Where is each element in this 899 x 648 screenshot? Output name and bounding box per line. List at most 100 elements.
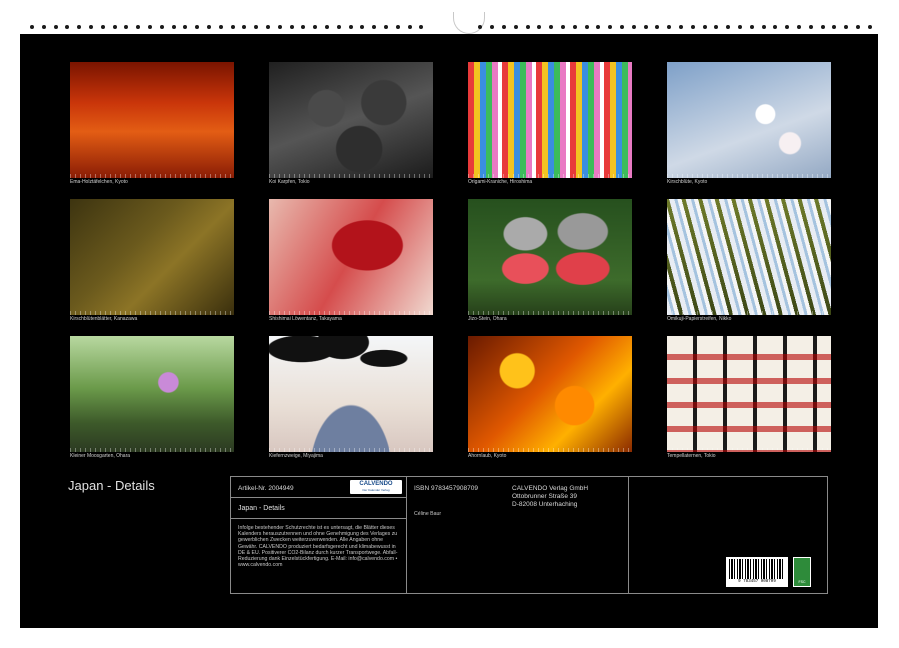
- binding-hole: [172, 25, 176, 29]
- binding-hole: [691, 25, 695, 29]
- binding-hole: [502, 25, 506, 29]
- binding-hole: [349, 25, 353, 29]
- binding-hole: [832, 25, 836, 29]
- photo-caption: Ema-Holztäfelchen, Kyoto: [70, 179, 128, 185]
- binding-hole: [195, 25, 199, 29]
- photo-jizo: [468, 199, 632, 315]
- binding-hole: [714, 25, 718, 29]
- binding-hole: [113, 25, 117, 29]
- barcode-number: 9 783457 908709: [729, 579, 785, 585]
- binding-hole: [219, 25, 223, 29]
- barcode-bars: [729, 559, 785, 579]
- binding-hole: [65, 25, 69, 29]
- binding-hole: [89, 25, 93, 29]
- calendar-strip: [269, 311, 433, 315]
- calendar-strip: [70, 311, 234, 315]
- calendar-strip: [269, 448, 433, 452]
- photo-moss: [70, 336, 234, 452]
- binding-hole: [42, 25, 46, 29]
- photo-omikuji: [667, 199, 831, 315]
- divider: [628, 477, 629, 593]
- binding-hole: [419, 25, 423, 29]
- photo-caption: Kirschblütenblätter, Kanazawa: [70, 316, 137, 322]
- photo-caption: Jizo-Stein, Ohara: [468, 316, 507, 322]
- calendar-strip: [468, 174, 632, 178]
- publisher-street: Ottobrunner Straße 39: [512, 493, 577, 501]
- calendar-strip: [667, 311, 831, 315]
- binding-hole: [478, 25, 482, 29]
- binding-hole: [325, 25, 329, 29]
- divider: [231, 518, 406, 519]
- binding-hole: [821, 25, 825, 29]
- binding-hole: [396, 25, 400, 29]
- calendar-strip: [468, 448, 632, 452]
- binding-hole: [183, 25, 187, 29]
- binding-hole: [301, 25, 305, 29]
- binding-hole: [254, 25, 258, 29]
- binding-hole: [101, 25, 105, 29]
- binding-hole: [573, 25, 577, 29]
- photo-cranes: [468, 62, 632, 178]
- binding-hole: [750, 25, 754, 29]
- calendar-strip: [269, 174, 433, 178]
- binding-hole: [655, 25, 659, 29]
- isbn: ISBN 9783457908709: [414, 485, 478, 493]
- binding-hole: [526, 25, 530, 29]
- binding-hole: [337, 25, 341, 29]
- calendar-strip: [70, 174, 234, 178]
- photo-caption: Tempellaternen, Tokio: [667, 453, 716, 459]
- calendar-strip: [667, 448, 831, 452]
- photo-lantern: [667, 336, 831, 452]
- photo-caption: Kiefernzweige, Miyajima: [269, 453, 323, 459]
- calendar-strip: [70, 448, 234, 452]
- binding-hole: [408, 25, 412, 29]
- calvendo-logo: CALVENDO Der Kalender Verlag: [350, 480, 402, 494]
- binding-hole: [549, 25, 553, 29]
- pine-branch: [269, 336, 433, 400]
- article-number: Artikel-Nr. 2004949: [238, 485, 294, 493]
- calendar-strip: [468, 311, 632, 315]
- binding-hole: [160, 25, 164, 29]
- binding-hole: [608, 25, 612, 29]
- photo-caption: Ahornlaub, Kyoto: [468, 453, 506, 459]
- binding-hole: [30, 25, 34, 29]
- logo-subtext: Der Kalender Verlag: [350, 488, 402, 492]
- binding-hole: [644, 25, 648, 29]
- photo-blossom: [667, 62, 831, 178]
- legal-notice: Infolge bestehender Schutzrechte ist es …: [238, 525, 402, 568]
- binding-hole: [561, 25, 565, 29]
- binding-hole: [490, 25, 494, 29]
- binding-hole: [384, 25, 388, 29]
- binding-hole: [313, 25, 317, 29]
- binding-hole: [809, 25, 813, 29]
- product-info-box: Artikel-Nr. 2004949 CALVENDO Der Kalende…: [230, 476, 828, 594]
- binding-hole: [679, 25, 683, 29]
- binding-hole: [620, 25, 624, 29]
- binding-hole: [856, 25, 860, 29]
- product-title: Japan - Details: [238, 505, 285, 513]
- binding-hole: [207, 25, 211, 29]
- photo-caption: Origami-Kraniche, Hiroshima: [468, 179, 532, 185]
- binding-hole: [596, 25, 600, 29]
- binding-hole: [290, 25, 294, 29]
- binding-hole: [136, 25, 140, 29]
- binding-hole: [514, 25, 518, 29]
- eco-label-icon: FSC: [793, 557, 811, 587]
- eco-label-text: FSC: [794, 580, 810, 584]
- binding-hole: [773, 25, 777, 29]
- binding-hole: [703, 25, 707, 29]
- barcode: 9 783457 908709: [726, 557, 788, 587]
- photo-maple: [468, 336, 632, 452]
- calendar-strip: [667, 174, 831, 178]
- photo-caption: Kirschblüte, Kyoto: [667, 179, 707, 185]
- binding-hole: [844, 25, 848, 29]
- publisher-name: CALVENDO Verlag GmbH: [512, 485, 588, 493]
- photo-stone: [70, 199, 234, 315]
- binding-hole: [372, 25, 376, 29]
- binding-hole: [632, 25, 636, 29]
- hanger-notch: [453, 12, 485, 34]
- divider: [406, 477, 407, 593]
- logo-text: CALVENDO: [350, 480, 402, 488]
- author: Céline Baur: [414, 511, 441, 517]
- binding-hole: [124, 25, 128, 29]
